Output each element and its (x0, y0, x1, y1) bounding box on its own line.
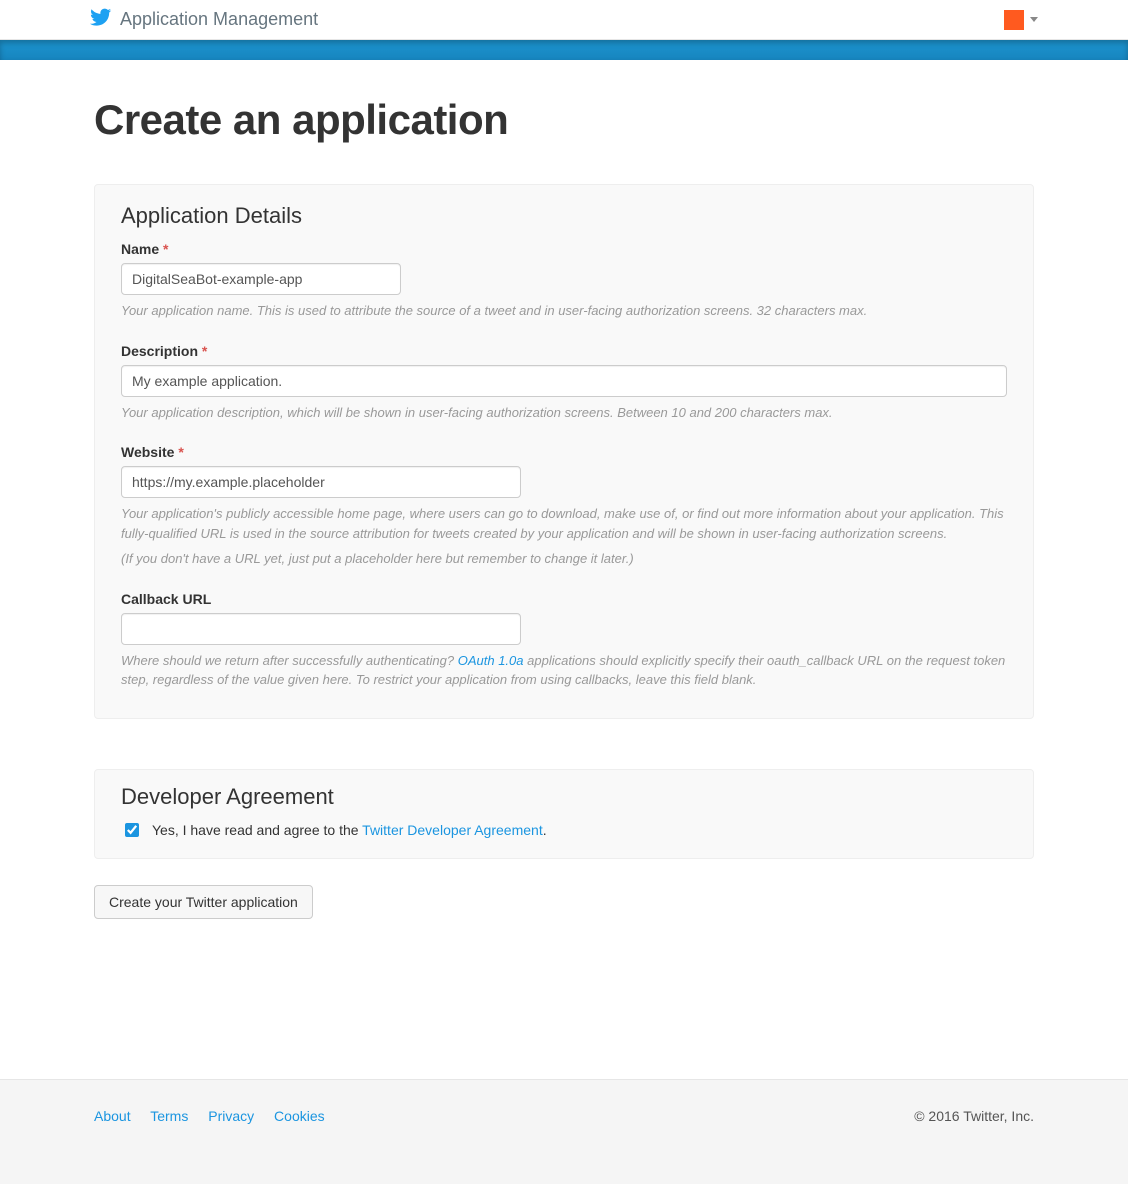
footer-links: About Terms Privacy Cookies (94, 1108, 341, 1124)
footer-cookies-link[interactable]: Cookies (274, 1108, 325, 1124)
topbar: Application Management (0, 0, 1128, 40)
description-label: Description * (121, 343, 1007, 359)
agreement-checkbox[interactable] (125, 823, 139, 837)
name-label: Name * (121, 241, 1007, 257)
description-group: Description * Your application descripti… (121, 343, 1007, 423)
chevron-down-icon (1030, 17, 1038, 22)
callback-label: Callback URL (121, 591, 1007, 607)
description-help: Your application description, which will… (121, 403, 1007, 423)
create-application-button[interactable]: Create your Twitter application (94, 885, 313, 919)
twitter-logo-icon (90, 6, 112, 33)
website-group: Website * Your application's publicly ac… (121, 444, 1007, 569)
agreement-row[interactable]: Yes, I have read and agree to the Twitte… (121, 820, 1007, 840)
callback-help: Where should we return after successfull… (121, 651, 1007, 690)
agreement-text: Yes, I have read and agree to the Twitte… (152, 822, 547, 838)
name-group: Name * Your application name. This is us… (121, 241, 1007, 321)
brand-title: Application Management (120, 9, 318, 30)
required-mark: * (178, 444, 183, 460)
website-input[interactable] (121, 466, 521, 498)
application-details-panel: Application Details Name * Your applicat… (94, 184, 1034, 719)
developer-agreement-panel: Developer Agreement Yes, I have read and… (94, 769, 1034, 859)
footer-copyright: © 2016 Twitter, Inc. (914, 1108, 1034, 1124)
website-help-1: Your application's publicly accessible h… (121, 504, 1007, 543)
footer: About Terms Privacy Cookies © 2016 Twitt… (0, 1079, 1128, 1184)
callback-input[interactable] (121, 613, 521, 645)
accent-bar (0, 40, 1128, 60)
callback-help-pre: Where should we return after successfull… (121, 653, 458, 668)
description-label-text: Description (121, 343, 198, 359)
description-input[interactable] (121, 365, 1007, 397)
footer-privacy-link[interactable]: Privacy (208, 1108, 254, 1124)
agreement-text-post: . (543, 822, 547, 838)
footer-terms-link[interactable]: Terms (150, 1108, 188, 1124)
developer-agreement-link[interactable]: Twitter Developer Agreement (362, 822, 543, 838)
name-help: Your application name. This is used to a… (121, 301, 1007, 321)
page-title: Create an application (94, 96, 1034, 144)
user-menu[interactable] (1004, 10, 1038, 30)
name-label-text: Name (121, 241, 159, 257)
required-mark: * (202, 343, 207, 359)
website-label-text: Website (121, 444, 174, 460)
agreement-text-pre: Yes, I have read and agree to the (152, 822, 362, 838)
developer-agreement-heading: Developer Agreement (121, 784, 1007, 810)
required-mark: * (163, 241, 168, 257)
application-details-heading: Application Details (121, 203, 1007, 229)
oauth-link[interactable]: OAuth 1.0a (458, 653, 524, 668)
avatar (1004, 10, 1024, 30)
brand[interactable]: Application Management (90, 6, 318, 33)
footer-about-link[interactable]: About (94, 1108, 131, 1124)
website-label: Website * (121, 444, 1007, 460)
website-help-2: (If you don't have a URL yet, just put a… (121, 549, 1007, 569)
name-input[interactable] (121, 263, 401, 295)
callback-group: Callback URL Where should we return afte… (121, 591, 1007, 690)
